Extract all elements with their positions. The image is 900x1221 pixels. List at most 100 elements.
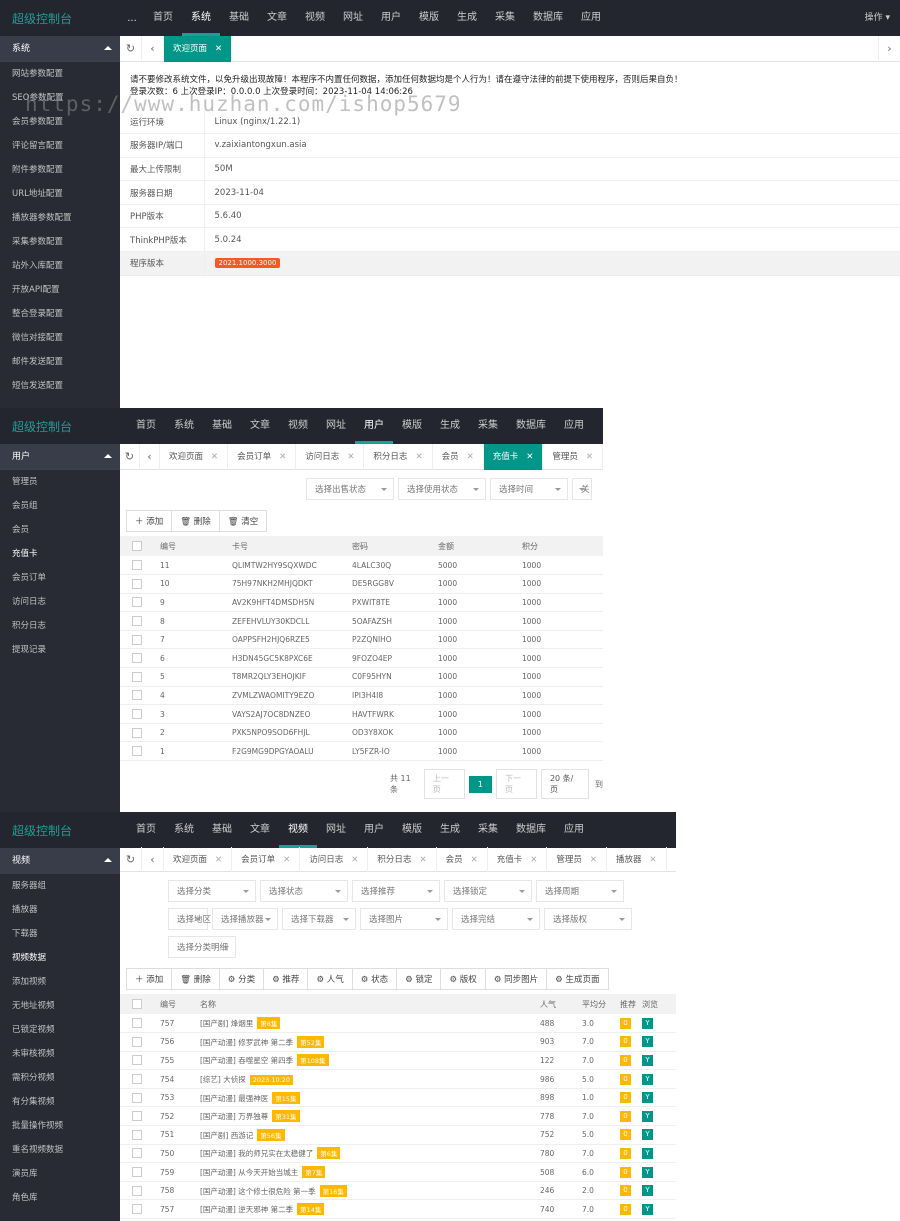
sidebar-item-member-group[interactable]: 会员组 (0, 494, 120, 518)
row-checkbox-cell[interactable] (120, 574, 156, 594)
row-checkbox-cell[interactable] (120, 704, 156, 724)
nav-video[interactable]: 视频 (279, 812, 317, 848)
table-row[interactable]: 759 [国产动漫] 从今天开始当城主 第7集 508 6.0 0 Y (120, 1162, 676, 1182)
nav-user[interactable]: 用户 (355, 408, 393, 444)
checkbox[interactable] (132, 1036, 142, 1047)
checkbox[interactable] (132, 1204, 142, 1215)
chevron-right-icon[interactable]: › (878, 36, 900, 62)
copyright-select[interactable]: 选择版权 (544, 908, 632, 930)
row-checkbox-cell[interactable] (120, 1144, 156, 1164)
col-hits[interactable]: 人气 (536, 994, 578, 1014)
row-checkbox-cell[interactable] (120, 741, 156, 762)
recommend-badge[interactable]: 0 (620, 1017, 631, 1029)
cell-name[interactable]: [综艺] 大侦探 2023.10.20 (196, 1069, 536, 1089)
checkbox[interactable] (132, 578, 142, 589)
recommend-badge[interactable]: 0 (620, 1110, 631, 1122)
copyright-button[interactable]: ⚙ 版权 (440, 968, 486, 990)
tab-orders[interactable]: 会员订单 ✕ (228, 443, 297, 470)
sidebar-group-title[interactable]: 视频 (0, 848, 120, 874)
table-row[interactable]: 9 AV2K9HFT4DMSDH5N PXWIT8TE 1000 1000 (120, 593, 603, 613)
refresh-icon[interactable]: ↻ (120, 846, 142, 873)
video-name[interactable]: [国产剧] 烽烟里 (200, 1019, 253, 1028)
checkbox[interactable] (132, 1074, 142, 1085)
video-name[interactable]: [国产动漫] 从今天开始当城主 (200, 1168, 298, 1177)
tab-orders[interactable]: 会员订单 ✕ (232, 846, 301, 873)
cell-view[interactable]: Y (638, 1125, 676, 1145)
view-badge[interactable]: Y (642, 1073, 653, 1085)
sidebar-item-withdraw[interactable]: 提现记录 (0, 638, 120, 662)
cell-recommend[interactable]: 0 (616, 1106, 638, 1127)
cell-recommend[interactable]: 0 (616, 1144, 638, 1164)
sidebar-item[interactable]: 添加视频 (0, 970, 120, 994)
cell-name[interactable]: [国产动漫] 修罗武神 第二季 第52集 (196, 1032, 536, 1052)
nav-home[interactable]: 首页 (144, 0, 182, 36)
table-row[interactable]: 758 [国产动漫] 这个修士很危险 第一季 第16集 246 2.0 0 Y (120, 1181, 676, 1201)
table-row[interactable]: 4 ZVMLZWAOMITY9EZO IPI3H4I8 1000 1000 (120, 686, 603, 706)
nav-article[interactable]: 文章 (241, 408, 279, 444)
nav-home[interactable]: 首页 (127, 812, 165, 848)
row-checkbox-cell[interactable] (120, 1069, 156, 1089)
sidebar-item[interactable]: 网站参数配置 (0, 62, 120, 86)
view-badge[interactable]: Y (642, 1092, 653, 1104)
sidebar-item-member[interactable]: 会员 (0, 518, 120, 542)
close-icon[interactable]: ✕ (283, 855, 290, 865)
recommend-badge[interactable]: 0 (620, 1166, 631, 1178)
video-name[interactable]: [综艺] 大侦探 (200, 1075, 246, 1084)
chevron-left-icon[interactable]: ‹ (142, 846, 164, 873)
recommend-badge[interactable]: 0 (620, 1073, 631, 1085)
close-icon[interactable]: ✕ (215, 44, 222, 54)
cell-name[interactable]: [国产动漫] 这个修士很危险 第一季 第16集 (196, 1181, 536, 1201)
tab-visit-log[interactable]: 访问日志 ✕ (296, 443, 365, 470)
checkbox[interactable] (132, 560, 142, 571)
sidebar-item[interactable]: 播放器 (0, 898, 120, 922)
recommend-badge[interactable]: 0 (620, 1054, 631, 1066)
use-status-select[interactable]: 选择使用状态 (398, 478, 486, 500)
close-icon[interactable]: ✕ (415, 452, 422, 462)
cell-name[interactable]: [国产动漫] 逆天邪神 第二季 第14集 (196, 1199, 536, 1220)
sync-image-button[interactable]: ⚙ 同步图片 (484, 968, 548, 990)
tab-points-log[interactable]: 积分日志 ✕ (364, 443, 433, 470)
row-checkbox-cell[interactable] (120, 593, 156, 613)
view-badge[interactable]: Y (642, 1185, 653, 1197)
checkbox[interactable] (132, 653, 142, 664)
time-select[interactable]: 选择时间 (490, 478, 568, 500)
select-all-cell[interactable] (120, 994, 156, 1014)
nav-user[interactable]: 用户 (372, 0, 410, 36)
cell-view[interactable]: Y (638, 1032, 676, 1052)
sidebar-item[interactable]: 播放器参数配置 (0, 206, 120, 230)
tab-welcome[interactable]: 欢迎页面 ✕ (164, 846, 233, 873)
checkbox[interactable] (132, 541, 142, 551)
nav-template[interactable]: 模版 (393, 812, 431, 848)
row-checkbox-cell[interactable] (120, 1181, 156, 1201)
cell-name[interactable]: [国产动漫] 最强神医 第15集 (196, 1088, 536, 1108)
nav-collect[interactable]: 采集 (469, 408, 507, 444)
cell-view[interactable]: Y (638, 1199, 676, 1220)
row-checkbox-cell[interactable] (120, 1125, 156, 1145)
row-checkbox-cell[interactable] (120, 556, 156, 576)
tab-recharge-card[interactable]: 充值卡 ✕ (483, 443, 544, 470)
page-size-select[interactable]: 20 条/页 (540, 769, 590, 800)
col-points[interactable]: 积分 (518, 536, 603, 556)
view-badge[interactable]: Y (642, 1054, 653, 1066)
sidebar-item[interactable]: 批量操作视频 (0, 1114, 120, 1138)
view-badge[interactable]: Y (642, 1129, 653, 1141)
row-checkbox-cell[interactable] (120, 1199, 156, 1220)
hits-button[interactable]: ⚙ 人气 (307, 968, 353, 990)
tab-member[interactable]: 会员 ✕ (437, 846, 488, 873)
nav-basic[interactable]: 基础 (203, 812, 241, 848)
col-password[interactable]: 密码 (348, 536, 434, 556)
table-row[interactable]: 11 QLIMTW2HY9SQXWDC 4LALC30Q 5000 1000 (120, 556, 603, 576)
brand-title[interactable]: 超级控制台 (0, 418, 120, 435)
tab-member[interactable]: 会员 ✕ (433, 443, 484, 470)
close-icon[interactable]: ✕ (279, 452, 286, 462)
view-badge[interactable]: Y (642, 1017, 653, 1029)
col-amount[interactable]: 金额 (434, 536, 518, 556)
nav-collect[interactable]: 采集 (486, 0, 524, 36)
sidebar-item-recharge-card[interactable]: 充值卡 (0, 542, 120, 566)
row-checkbox-cell[interactable] (120, 648, 156, 669)
nav-database[interactable]: 数据库 (507, 812, 555, 848)
close-icon[interactable]: ✕ (530, 855, 537, 865)
close-icon[interactable]: ✕ (471, 855, 478, 865)
close-icon[interactable]: ✕ (347, 452, 354, 462)
sidebar-item[interactable]: 需积分视频 (0, 1066, 120, 1090)
